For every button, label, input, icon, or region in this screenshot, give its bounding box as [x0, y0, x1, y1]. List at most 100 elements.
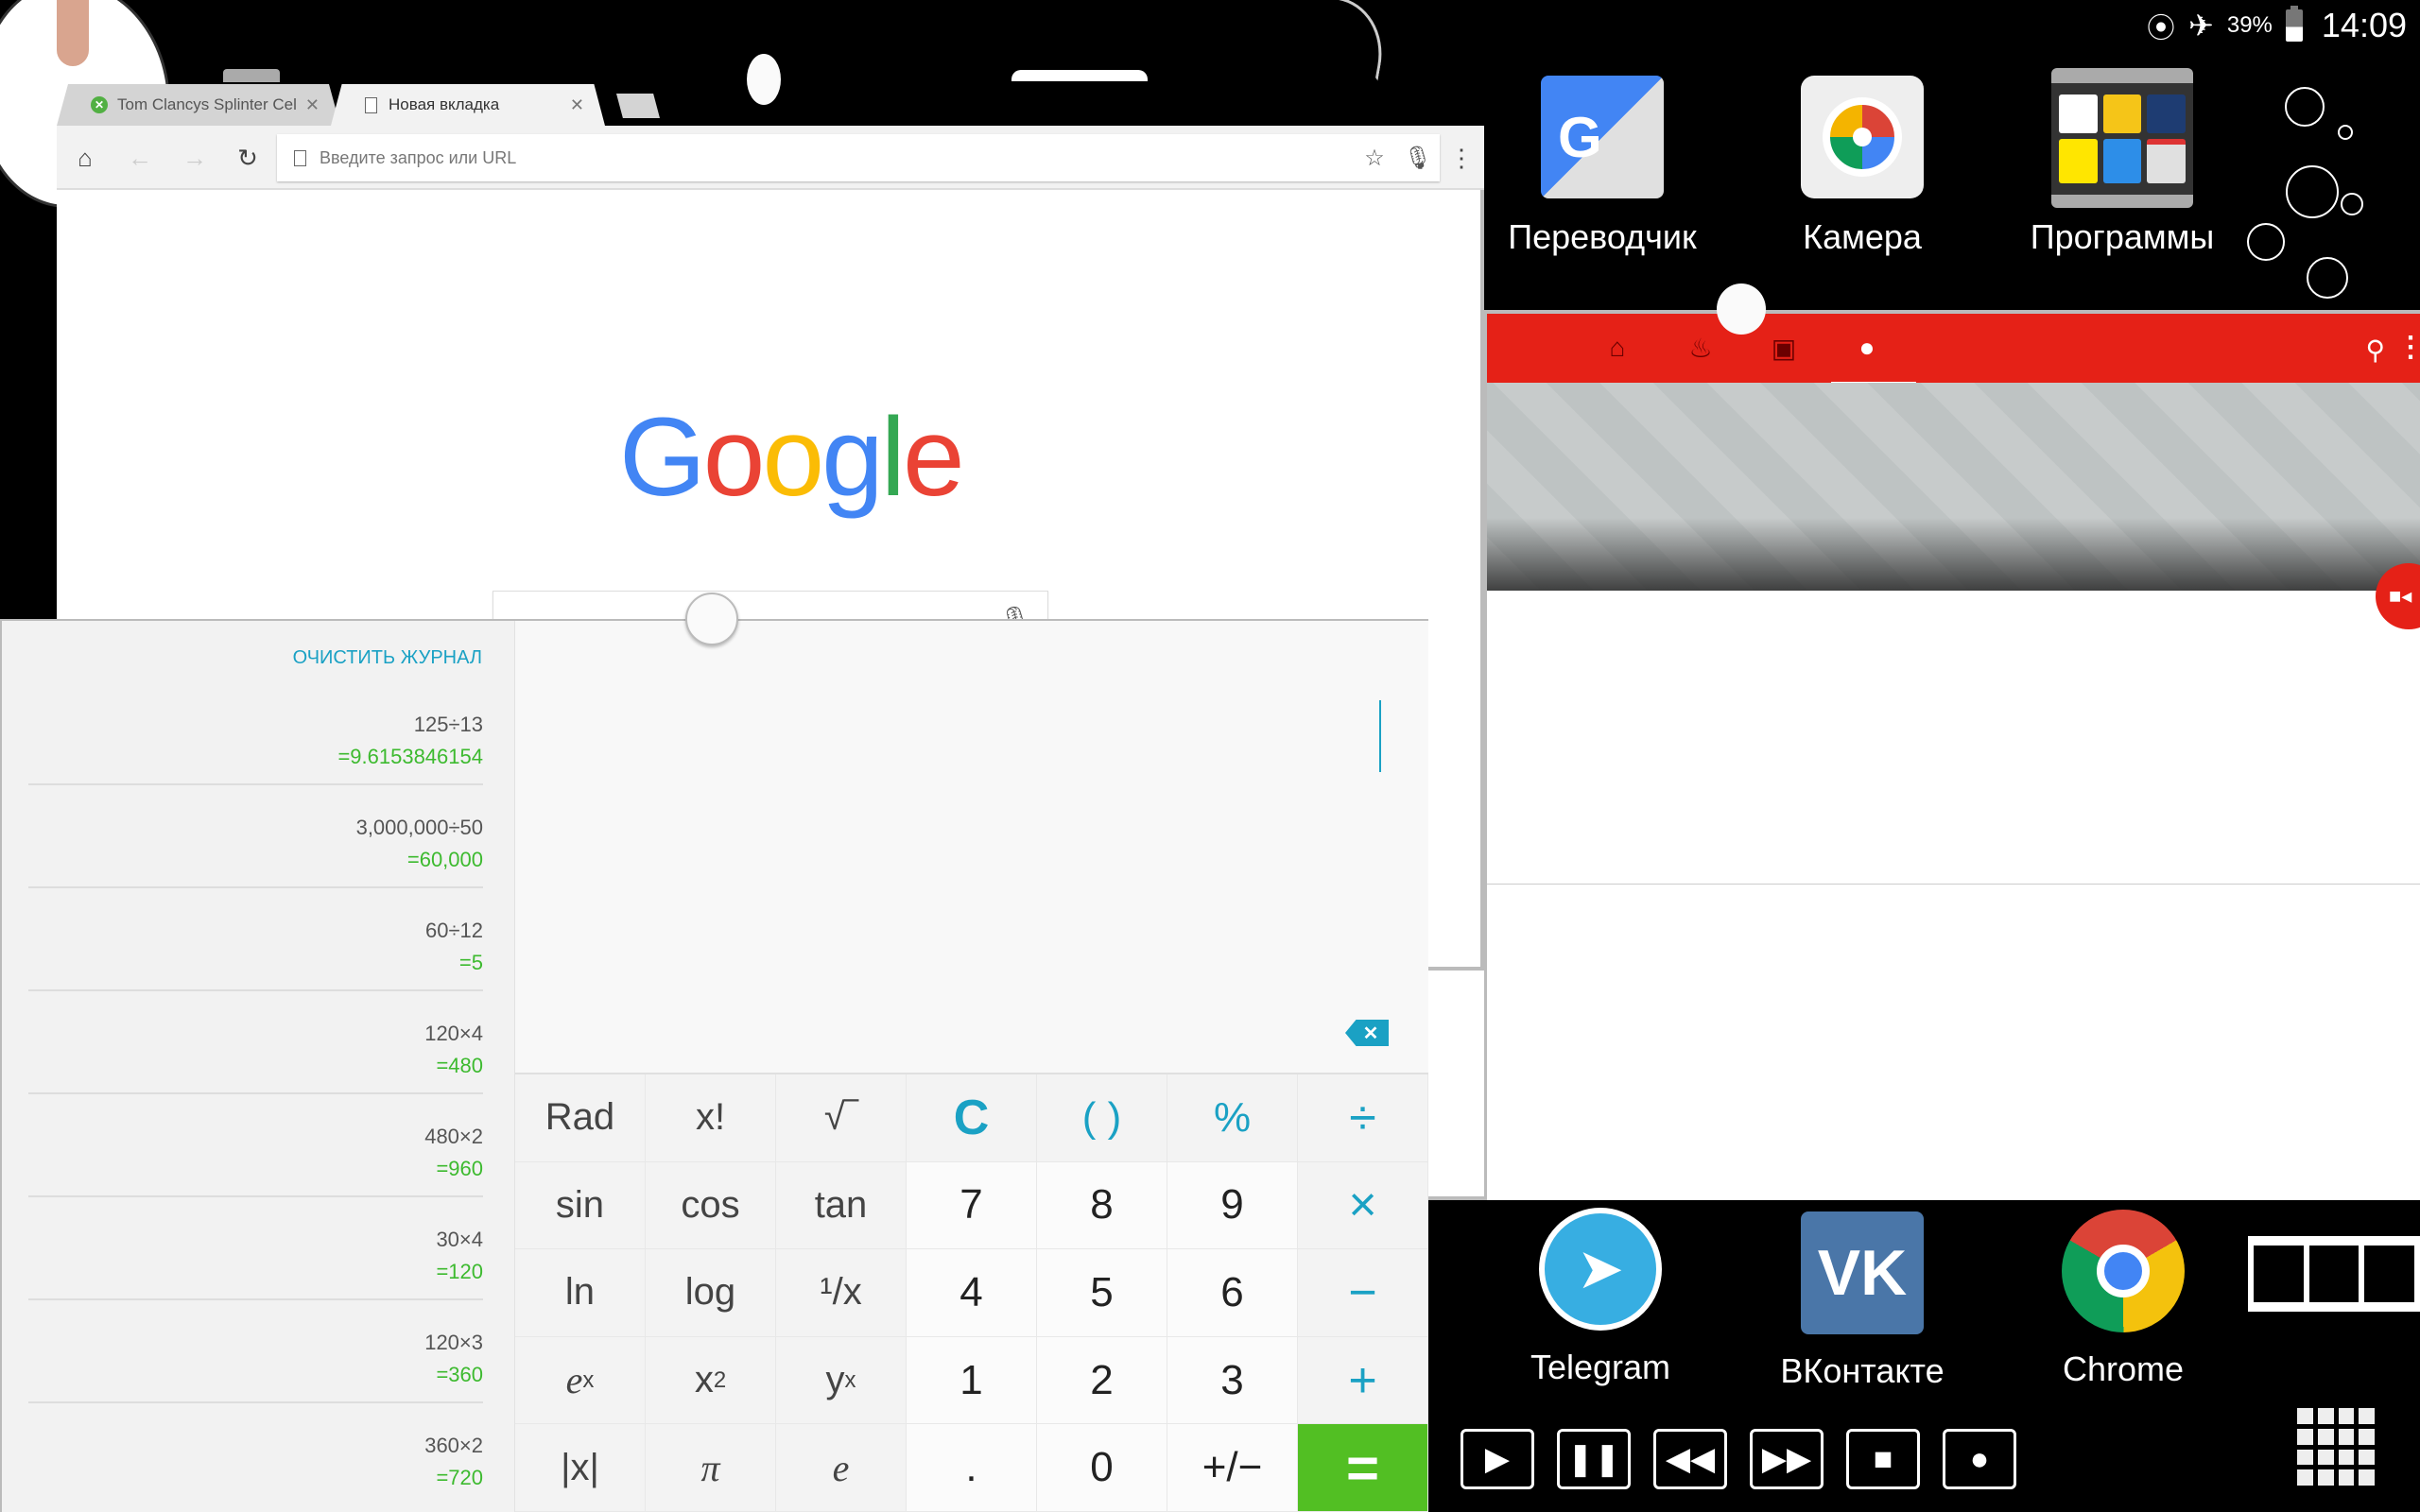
- close-tab-icon[interactable]: ✕: [570, 95, 584, 115]
- clock: 14:09: [2321, 6, 2407, 44]
- film-strip-icon[interactable]: [2248, 1236, 2420, 1312]
- pause-icon[interactable]: ❚❚: [1557, 1429, 1631, 1489]
- app-folder-programs[interactable]: Программы: [2009, 68, 2236, 257]
- address-bar[interactable]: Введите запрос или URL ☆ 🎙: [277, 134, 1440, 181]
- key-tan[interactable]: tan: [776, 1161, 907, 1250]
- new-tab-button[interactable]: [616, 94, 660, 118]
- fast-forward-icon[interactable]: ▶▶: [1750, 1429, 1824, 1489]
- app-vkontakte[interactable]: VK ВКонтакте: [1749, 1211, 1976, 1391]
- key-log[interactable]: log: [646, 1249, 776, 1337]
- key-e[interactable]: e: [776, 1424, 907, 1512]
- stop-icon[interactable]: ■: [1846, 1429, 1920, 1489]
- key-power[interactable]: yx: [776, 1336, 907, 1425]
- key-clear[interactable]: C: [907, 1074, 1037, 1162]
- backspace-icon[interactable]: ✕: [1345, 1020, 1389, 1046]
- key-factorial[interactable]: x!: [646, 1074, 776, 1162]
- menu-dots-icon[interactable]: ⋮: [1446, 143, 1477, 173]
- telegram-icon: ➤: [1539, 1208, 1662, 1331]
- camera-icon: [1801, 76, 1924, 198]
- trending-icon[interactable]: ♨: [1682, 333, 1720, 370]
- key-equals[interactable]: =: [1298, 1424, 1428, 1512]
- bubble-decoration: [2338, 125, 2353, 140]
- subscriptions-icon[interactable]: ▣: [1765, 333, 1803, 370]
- history-item[interactable]: 3,000,000÷50 =60,000: [28, 785, 483, 888]
- tab-splinter-cell[interactable]: ✕ Tom Clancys Splinter Cell: Bl ✕: [57, 84, 340, 126]
- app-drawer-icon[interactable]: [2297, 1408, 2375, 1486]
- clear-history-button[interactable]: ОЧИСТИТЬ ЖУРНАЛ: [293, 647, 482, 669]
- app-label: Chrome: [2062, 1349, 2185, 1388]
- key-3[interactable]: 3: [1167, 1336, 1298, 1425]
- app-translate[interactable]: G Переводчик: [1489, 76, 1716, 257]
- more-options-icon[interactable]: ⋮: [2396, 331, 2420, 364]
- key-sqrt[interactable]: √‾: [776, 1074, 907, 1162]
- pen-edit-icon[interactable]: ✎: [9, 9, 43, 43]
- key-sign[interactable]: +/−: [1167, 1424, 1298, 1512]
- key-percent[interactable]: %: [1167, 1074, 1298, 1162]
- bubble-decoration: [2341, 193, 2363, 215]
- key-decimal[interactable]: .: [907, 1424, 1037, 1512]
- bubble-decoration: [2307, 257, 2348, 299]
- folder-icon: [2051, 68, 2193, 208]
- key-0[interactable]: 0: [1037, 1424, 1167, 1512]
- record-icon[interactable]: ●: [1943, 1429, 2016, 1489]
- play-store-icon: [2059, 94, 2098, 133]
- history-item[interactable]: 360×2 =720: [28, 1403, 483, 1506]
- key-multiply[interactable]: ×: [1298, 1161, 1428, 1250]
- bookmark-star-icon[interactable]: ☆: [1353, 145, 1396, 172]
- tab-title: Tom Clancys Splinter Cell: Bl: [117, 95, 298, 113]
- key-cos[interactable]: cos: [646, 1161, 776, 1250]
- key-2[interactable]: 2: [1037, 1336, 1167, 1425]
- app-camera[interactable]: Камера: [1749, 76, 1976, 257]
- bubble-decoration: [2286, 165, 2339, 218]
- key-minus[interactable]: −: [1298, 1249, 1428, 1337]
- history-item[interactable]: 30×4 =120: [28, 1197, 483, 1300]
- history-item[interactable]: 125÷13 =9.6153846154: [28, 682, 483, 785]
- google-logo: Google: [619, 395, 965, 520]
- window-drag-handle[interactable]: [685, 593, 738, 645]
- back-arrow-icon[interactable]: ←: [125, 143, 155, 173]
- key-7[interactable]: 7: [907, 1161, 1037, 1250]
- app-label: ВКонтакте: [1780, 1351, 1945, 1390]
- key-sin[interactable]: sin: [515, 1161, 646, 1250]
- tab-new-tab[interactable]: Новая вкладка ✕: [331, 84, 605, 126]
- play-icon[interactable]: ▶: [1461, 1429, 1534, 1489]
- key-square[interactable]: x2: [646, 1336, 776, 1425]
- key-6[interactable]: 6: [1167, 1249, 1298, 1337]
- home-icon[interactable]: ⌂: [70, 143, 100, 173]
- key-9[interactable]: 9: [1167, 1161, 1298, 1250]
- close-tab-icon[interactable]: ✕: [305, 95, 320, 115]
- key-parentheses[interactable]: ( ): [1037, 1074, 1167, 1162]
- microphone-icon[interactable]: 🎙: [1396, 145, 1440, 172]
- key-reciprocal[interactable]: ¹/x: [776, 1249, 907, 1337]
- key-rad[interactable]: Rad: [515, 1074, 646, 1162]
- key-plus[interactable]: +: [1298, 1336, 1428, 1425]
- key-abs[interactable]: |x|: [515, 1424, 646, 1512]
- calculator-display[interactable]: ✕: [515, 621, 1428, 1074]
- key-exp[interactable]: ex: [515, 1336, 646, 1425]
- key-4[interactable]: 4: [907, 1249, 1037, 1337]
- home-icon[interactable]: ⌂: [1599, 333, 1636, 370]
- key-ln[interactable]: ln: [515, 1249, 646, 1337]
- xbox-icon: ✕: [91, 96, 108, 113]
- forward-arrow-icon[interactable]: →: [180, 143, 210, 173]
- history-item[interactable]: 480×2 =960: [28, 1094, 483, 1197]
- search-icon[interactable]: ⚲: [2365, 335, 2385, 366]
- history-item[interactable]: 120×4 =480: [28, 991, 483, 1094]
- key-pi[interactable]: π: [646, 1424, 776, 1512]
- reload-icon[interactable]: ↻: [233, 143, 263, 173]
- rewind-icon[interactable]: ◀◀: [1653, 1429, 1727, 1489]
- key-1[interactable]: 1: [907, 1336, 1037, 1425]
- app-chrome[interactable]: Chrome: [2010, 1210, 2237, 1389]
- key-divide[interactable]: ÷: [1298, 1074, 1428, 1162]
- key-5[interactable]: 5: [1037, 1249, 1167, 1337]
- account-icon[interactable]: ●: [1848, 333, 1886, 370]
- window-drag-handle[interactable]: [1717, 284, 1766, 335]
- page-icon: [294, 149, 306, 166]
- app-telegram[interactable]: ➤ Telegram: [1487, 1208, 1714, 1387]
- vk-icon: VK: [1801, 1211, 1924, 1334]
- video-camera-icon: ■◂: [2389, 584, 2412, 608]
- key-8[interactable]: 8: [1037, 1161, 1167, 1250]
- calculator-window: ОЧИСТИТЬ ЖУРНАЛ 125÷13 =9.6153846154 3,00…: [0, 619, 1428, 1512]
- history-item[interactable]: 120×3 =360: [28, 1300, 483, 1403]
- history-item[interactable]: 60÷12 =5: [28, 888, 483, 991]
